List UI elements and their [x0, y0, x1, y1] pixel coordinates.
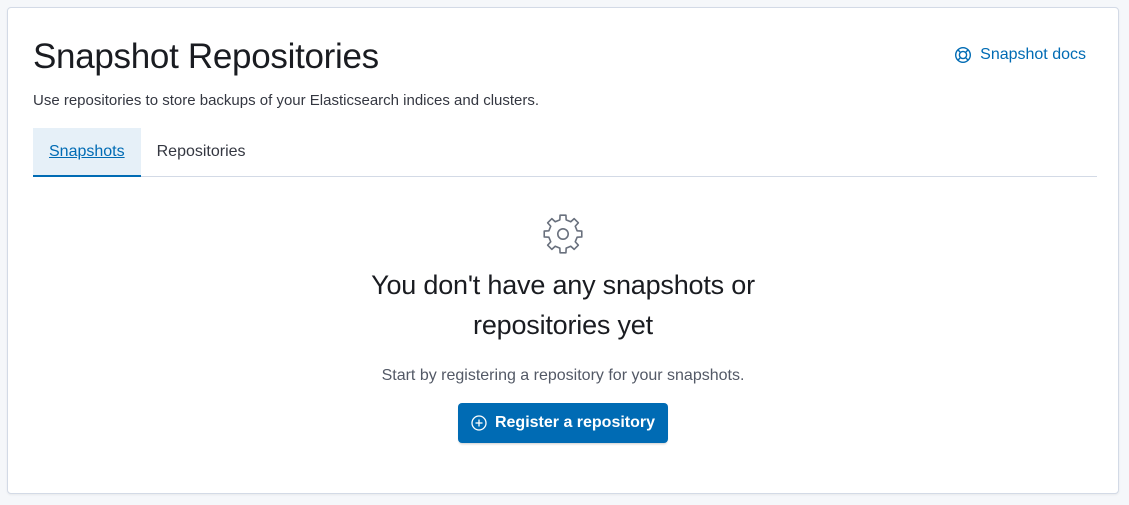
register-repository-button[interactable]: Register a repository [457, 403, 669, 443]
page-panel: Snapshot Repositories Snapshot docs Use … [7, 7, 1119, 494]
empty-state: You don't have any snapshots or reposito… [8, 213, 1118, 443]
snapshot-docs-label: Snapshot docs [980, 46, 1086, 63]
register-repository-label: Register a repository [494, 414, 656, 431]
gear-icon [8, 213, 1118, 255]
page-subtitle: Use repositories to store backups of you… [33, 92, 540, 109]
tab-snapshots[interactable]: Snapshots [33, 128, 141, 177]
snapshot-docs-link[interactable]: Snapshot docs [954, 46, 1086, 64]
empty-state-body: Start by registering a repository for yo… [381, 367, 745, 384]
tab-bar: Snapshots Repositories [33, 128, 1097, 177]
plus-in-circle-icon [471, 415, 487, 431]
empty-state-title: You don't have any snapshots or reposito… [371, 270, 755, 340]
help-icon [954, 46, 972, 64]
tab-repositories[interactable]: Repositories [141, 128, 262, 176]
page-title: Snapshot Repositories [33, 37, 379, 76]
